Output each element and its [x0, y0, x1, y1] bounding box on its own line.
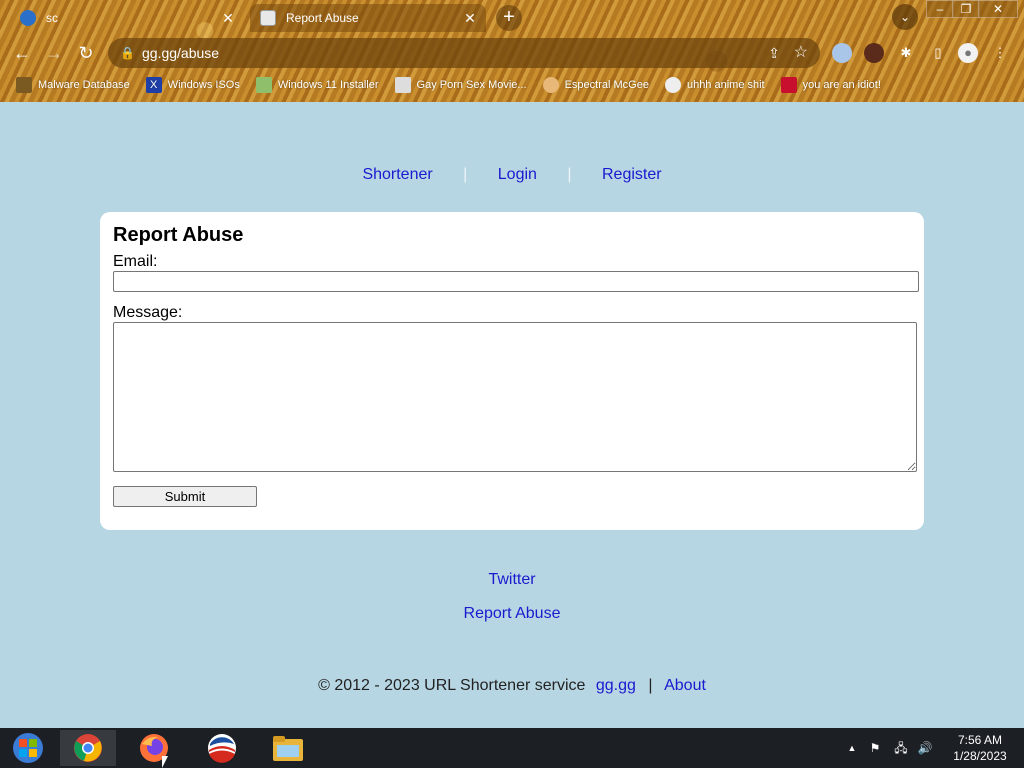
- tab-sc[interactable]: sc ✕: [10, 4, 244, 32]
- bookmark-malware-database[interactable]: Malware Database: [16, 77, 130, 93]
- start-button[interactable]: [0, 730, 56, 766]
- tab-strip: sc ✕ Report Abuse ✕ + ⌄ – ❐ ✕: [0, 0, 1024, 34]
- bookmarks-bar: Malware Database X Windows ISOs Windows …: [0, 72, 1024, 98]
- chrome-icon: [74, 734, 102, 762]
- site-link[interactable]: gg.gg: [596, 677, 636, 694]
- maximize-button[interactable]: ❐: [952, 0, 980, 18]
- taskbar-file-explorer[interactable]: [260, 730, 316, 766]
- bookmark-espectral-mcgee[interactable]: Espectral McGee: [542, 77, 649, 93]
- clock-time: 7:56 AM: [957, 733, 1003, 747]
- form-title: Report Abuse: [113, 224, 244, 246]
- anime-icon: [664, 77, 681, 93]
- box-icon: [394, 77, 411, 93]
- bookmark-movie[interactable]: Gay Porn Sex Movie...: [394, 77, 527, 93]
- side-panel-icon[interactable]: ▯: [928, 43, 948, 63]
- lock-icon[interactable]: 🔒: [120, 38, 135, 68]
- profile-icon[interactable]: ●: [958, 43, 978, 63]
- browser-chrome: sc ✕ Report Abuse ✕ + ⌄ – ❐ ✕ ← → ↻ 🔒 gg…: [0, 0, 1024, 102]
- tab-title: Report Abuse: [286, 11, 359, 25]
- share-icon[interactable]: ⇪: [768, 38, 780, 68]
- tab-favicon: [260, 10, 276, 26]
- tab-close-icon[interactable]: ✕: [220, 10, 236, 26]
- bookmark-label: Gay Porn Sex Movie...: [416, 79, 527, 91]
- address-text: gg.gg/abuse: [142, 45, 220, 61]
- x-icon: X: [145, 77, 162, 93]
- nav-link-login[interactable]: Login: [498, 166, 537, 183]
- copyright-line: © 2012 - 2023 URL Shortener service gg.g…: [0, 677, 1024, 695]
- submit-button[interactable]: Submit: [113, 486, 257, 507]
- bookmark-label: Malware Database: [38, 79, 130, 91]
- back-arrow-icon[interactable]: ←: [10, 41, 34, 65]
- browser-toolbar: ← → ↻ 🔒 gg.gg/abuse ⇪ ☆ ✱ ▯ ● ⋮: [0, 34, 1024, 70]
- tab-title: sc: [46, 11, 58, 25]
- extension-flag-icon[interactable]: [832, 43, 852, 63]
- bookmark-label: you are an idiot!: [802, 79, 881, 91]
- show-hidden-icons[interactable]: ▲: [844, 728, 860, 768]
- bookmark-you-are-an-idiot[interactable]: you are an idiot!: [780, 77, 881, 93]
- footer-separator: |: [648, 677, 653, 694]
- extension-avatar-icon[interactable]: [864, 43, 884, 63]
- nav-link-register[interactable]: Register: [602, 166, 662, 183]
- bookmark-anime[interactable]: uhhh anime shit: [664, 77, 765, 93]
- top-nav: Shortener | Login | Register: [0, 166, 1024, 184]
- volume-icon[interactable]: 🔊: [915, 728, 935, 768]
- face-icon: [542, 77, 559, 93]
- minimize-button[interactable]: –: [926, 0, 954, 18]
- forward-arrow-icon[interactable]: →: [42, 41, 66, 65]
- folder-icon: [273, 736, 303, 761]
- bookmark-label: uhhh anime shit: [686, 79, 765, 91]
- bookmark-label: Windows 11 Installer: [277, 79, 379, 91]
- bookmark-star-icon[interactable]: ☆: [794, 38, 808, 68]
- about-link[interactable]: About: [664, 677, 706, 694]
- tab-search-icon[interactable]: ⌄: [892, 4, 918, 30]
- bookmark-windows-11-installer[interactable]: Windows 11 Installer: [255, 77, 379, 93]
- system-clock[interactable]: 7:56 AM 1/28/2023: [940, 732, 1020, 764]
- report-abuse-link[interactable]: Report Abuse: [464, 605, 561, 622]
- nav-separator: |: [567, 166, 572, 183]
- footer-report-row: Report Abuse: [0, 605, 1024, 623]
- address-bar[interactable]: 🔒 gg.gg/abuse ⇪ ☆: [108, 38, 820, 68]
- bookmark-favicon-icon: [16, 77, 32, 93]
- footer-twitter-row: Twitter: [0, 571, 1024, 589]
- tab-favicon: [20, 10, 36, 26]
- twitter-link[interactable]: Twitter: [488, 571, 535, 588]
- taskbar-firefox[interactable]: [126, 730, 182, 766]
- taskbar: ▲ ⚑ 🖧 🔊 7:56 AM 1/28/2023: [0, 728, 1024, 768]
- message-textarea[interactable]: [113, 322, 917, 472]
- message-label: Message:: [113, 304, 183, 321]
- reload-icon[interactable]: ↻: [74, 41, 98, 65]
- close-window-button[interactable]: ✕: [978, 0, 1018, 18]
- copyright-text: © 2012 - 2023 URL Shortener service: [318, 677, 586, 694]
- nav-separator: |: [463, 166, 468, 183]
- menu-kebab-icon[interactable]: ⋮: [990, 43, 1010, 63]
- nav-link-shortener[interactable]: Shortener: [362, 166, 432, 183]
- email-field[interactable]: [113, 271, 919, 292]
- report-abuse-form: Report Abuse Email: Message: Submit: [100, 212, 924, 530]
- clock-date: 1/28/2023: [953, 749, 1007, 763]
- bookmark-label: Espectral McGee: [564, 79, 649, 91]
- windows-orb-icon: [13, 733, 43, 763]
- tab-report-abuse[interactable]: Report Abuse ✕: [250, 4, 486, 32]
- network-icon[interactable]: 🖧: [891, 728, 911, 768]
- taskbar-chrome[interactable]: [60, 730, 116, 766]
- bookmark-label: Windows ISOs: [167, 79, 240, 91]
- action-center-flag-icon[interactable]: ⚑: [866, 728, 884, 768]
- image-icon: [255, 77, 272, 93]
- taskbar-app-orb[interactable]: [194, 730, 250, 766]
- mouse-cursor-icon: [162, 756, 168, 768]
- tab-close-icon[interactable]: ✕: [462, 10, 478, 26]
- new-tab-button[interactable]: +: [496, 5, 522, 31]
- app-orb-icon: [208, 734, 236, 763]
- email-label: Email:: [113, 253, 158, 270]
- extensions-puzzle-icon[interactable]: ✱: [896, 43, 916, 63]
- flag-icon: [780, 77, 797, 93]
- bookmark-windows-isos[interactable]: X Windows ISOs: [145, 77, 240, 93]
